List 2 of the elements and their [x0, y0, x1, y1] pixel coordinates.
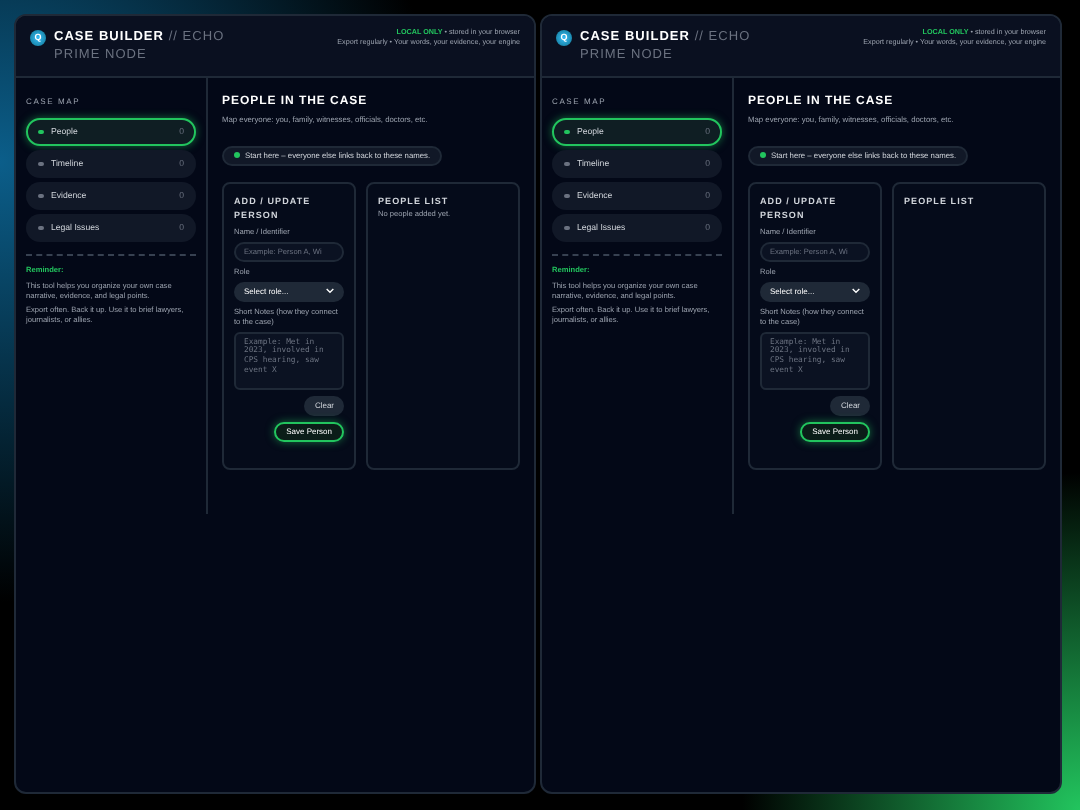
chevron-down-icon — [852, 288, 860, 295]
chevron-down-icon — [326, 288, 334, 295]
